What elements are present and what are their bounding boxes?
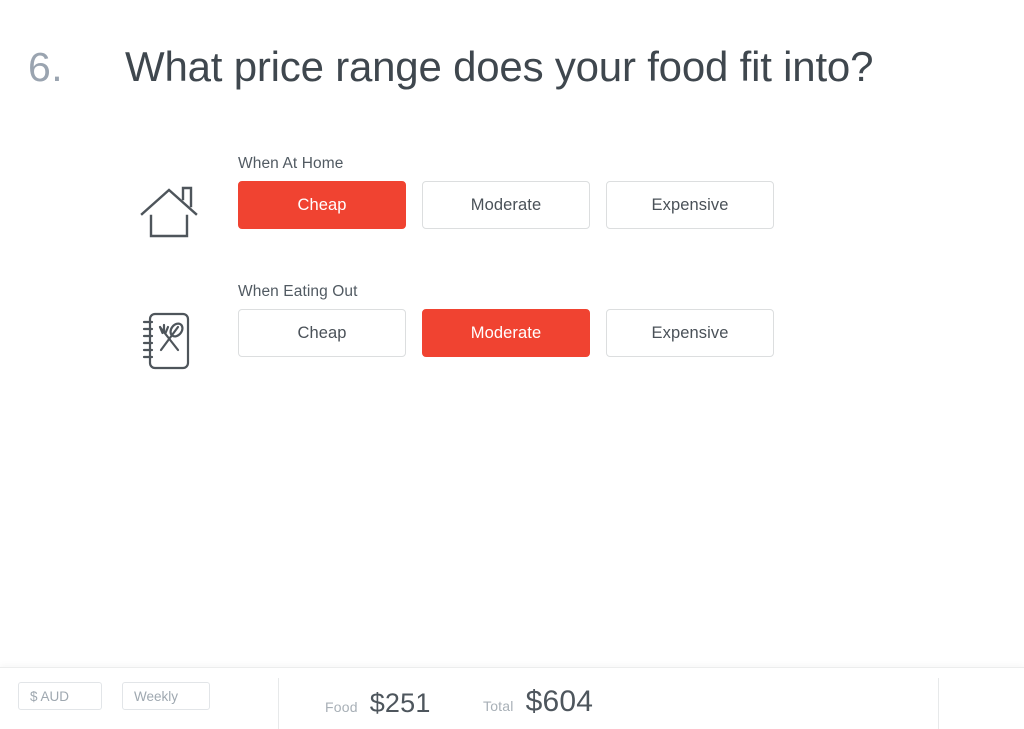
option-at-home-cheap[interactable]: Cheap	[238, 181, 406, 229]
page-title: What price range does your food fit into…	[125, 42, 874, 90]
footer-bar: $ AUD Weekly Food $251 Total $604	[0, 667, 1024, 729]
option-group-at-home: When At Home Cheap Moderate Expensive	[0, 155, 1024, 283]
footer-divider-right	[938, 678, 939, 729]
option-eating-out-cheap[interactable]: Cheap	[238, 309, 406, 357]
house-icon	[136, 180, 202, 246]
stat-food-label: Food	[325, 699, 358, 715]
footer-divider-left	[278, 678, 279, 729]
question-header: 6. What price range does your food fit i…	[0, 32, 1024, 102]
stat-food-value: $251	[369, 688, 431, 718]
option-row-eating-out: Cheap Moderate Expensive	[238, 309, 774, 357]
option-row-at-home: Cheap Moderate Expensive	[238, 181, 774, 229]
group-label-at-home: When At Home	[238, 155, 344, 172]
group-label-eating-out: When Eating Out	[238, 283, 358, 300]
stat-total-label: Total	[483, 698, 514, 714]
option-at-home-expensive[interactable]: Expensive	[606, 181, 774, 229]
stat-food: Food $251	[325, 688, 431, 719]
option-groups: When At Home Cheap Moderate Expensive Wh…	[0, 155, 1024, 411]
menu-notepad-icon	[136, 308, 202, 374]
stat-total-value: $604	[525, 685, 594, 718]
stat-total: Total $604	[483, 685, 593, 719]
option-eating-out-moderate[interactable]: Moderate	[422, 309, 590, 357]
option-group-eating-out: When Eating Out Cheap Moderate Expensive	[0, 283, 1024, 411]
period-selector[interactable]: Weekly	[122, 682, 210, 710]
currency-selector[interactable]: $ AUD	[18, 682, 102, 710]
option-at-home-moderate[interactable]: Moderate	[422, 181, 590, 229]
option-eating-out-expensive[interactable]: Expensive	[606, 309, 774, 357]
question-number: 6.	[28, 43, 64, 90]
